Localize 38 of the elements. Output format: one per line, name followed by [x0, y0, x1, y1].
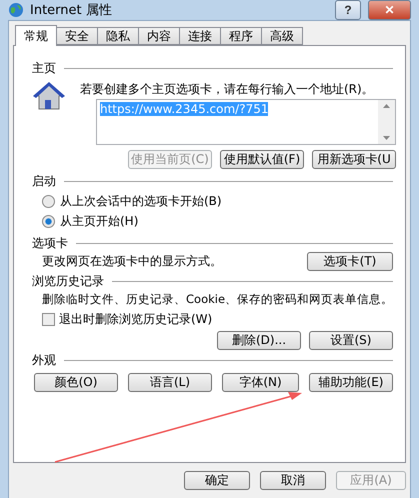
tab[interactable]: 隐私 — [97, 27, 139, 45]
section-heading: 浏览历史记录 — [32, 273, 104, 290]
description-text: 更改网页在选项卡中的显示方式。 — [42, 253, 222, 270]
instruction-text: 若要创建多个主页选项卡，请在每行输入一个地址(R)。 — [80, 80, 374, 98]
history-button[interactable]: 删除(D)... — [217, 331, 301, 350]
scroll-up-icon[interactable] — [383, 104, 390, 108]
history-button[interactable]: 设置(S) — [309, 331, 393, 350]
checkbox-label: 退出时删除浏览历史记录(W) — [59, 311, 212, 328]
tab[interactable]: 安全 — [56, 27, 98, 45]
home-page-button[interactable]: 用新选项卡(U — [312, 150, 396, 169]
scroll-down-icon[interactable] — [383, 136, 390, 140]
section-heading: 外观 — [32, 352, 56, 369]
tab[interactable]: 程序 — [220, 27, 262, 45]
help-button[interactable]: ? — [335, 0, 361, 20]
house-icon — [32, 81, 66, 111]
home-page-button[interactable]: 使用默认值(F) — [220, 150, 304, 169]
appearance-button[interactable]: 字体(N) — [222, 373, 299, 392]
dialog-button[interactable]: 确定 — [184, 471, 250, 490]
section-heading: 主页 — [32, 60, 56, 77]
checkbox[interactable] — [42, 313, 55, 326]
tab[interactable]: 常规 — [15, 25, 57, 46]
tabs-button[interactable]: 选项卡(T) — [307, 252, 393, 271]
radio-button[interactable] — [42, 215, 55, 228]
radio-label: 从上次会话中的选项卡开始(B) — [60, 193, 222, 210]
appearance-button[interactable]: 语言(L) — [128, 373, 212, 392]
tab[interactable]: 连接 — [179, 27, 221, 45]
section-heading: 选项卡 — [32, 235, 68, 252]
appearance-button[interactable]: 颜色(O) — [34, 373, 118, 392]
globe-icon — [8, 2, 24, 18]
description-text: 删除临时文件、历史记录、Cookie、保存的密码和网页表单信息。 — [42, 292, 394, 307]
radio-label: 从主页开始(H) — [60, 213, 138, 230]
tab[interactable]: 高级 — [261, 27, 303, 45]
dialog-button[interactable]: 取消 — [260, 471, 326, 490]
window-title: Internet 属性 — [30, 2, 113, 19]
radio-button[interactable] — [42, 195, 55, 208]
appearance-button[interactable]: 辅助功能(E) — [309, 373, 393, 392]
section-heading: 启动 — [32, 173, 56, 190]
tab[interactable]: 内容 — [138, 27, 180, 45]
